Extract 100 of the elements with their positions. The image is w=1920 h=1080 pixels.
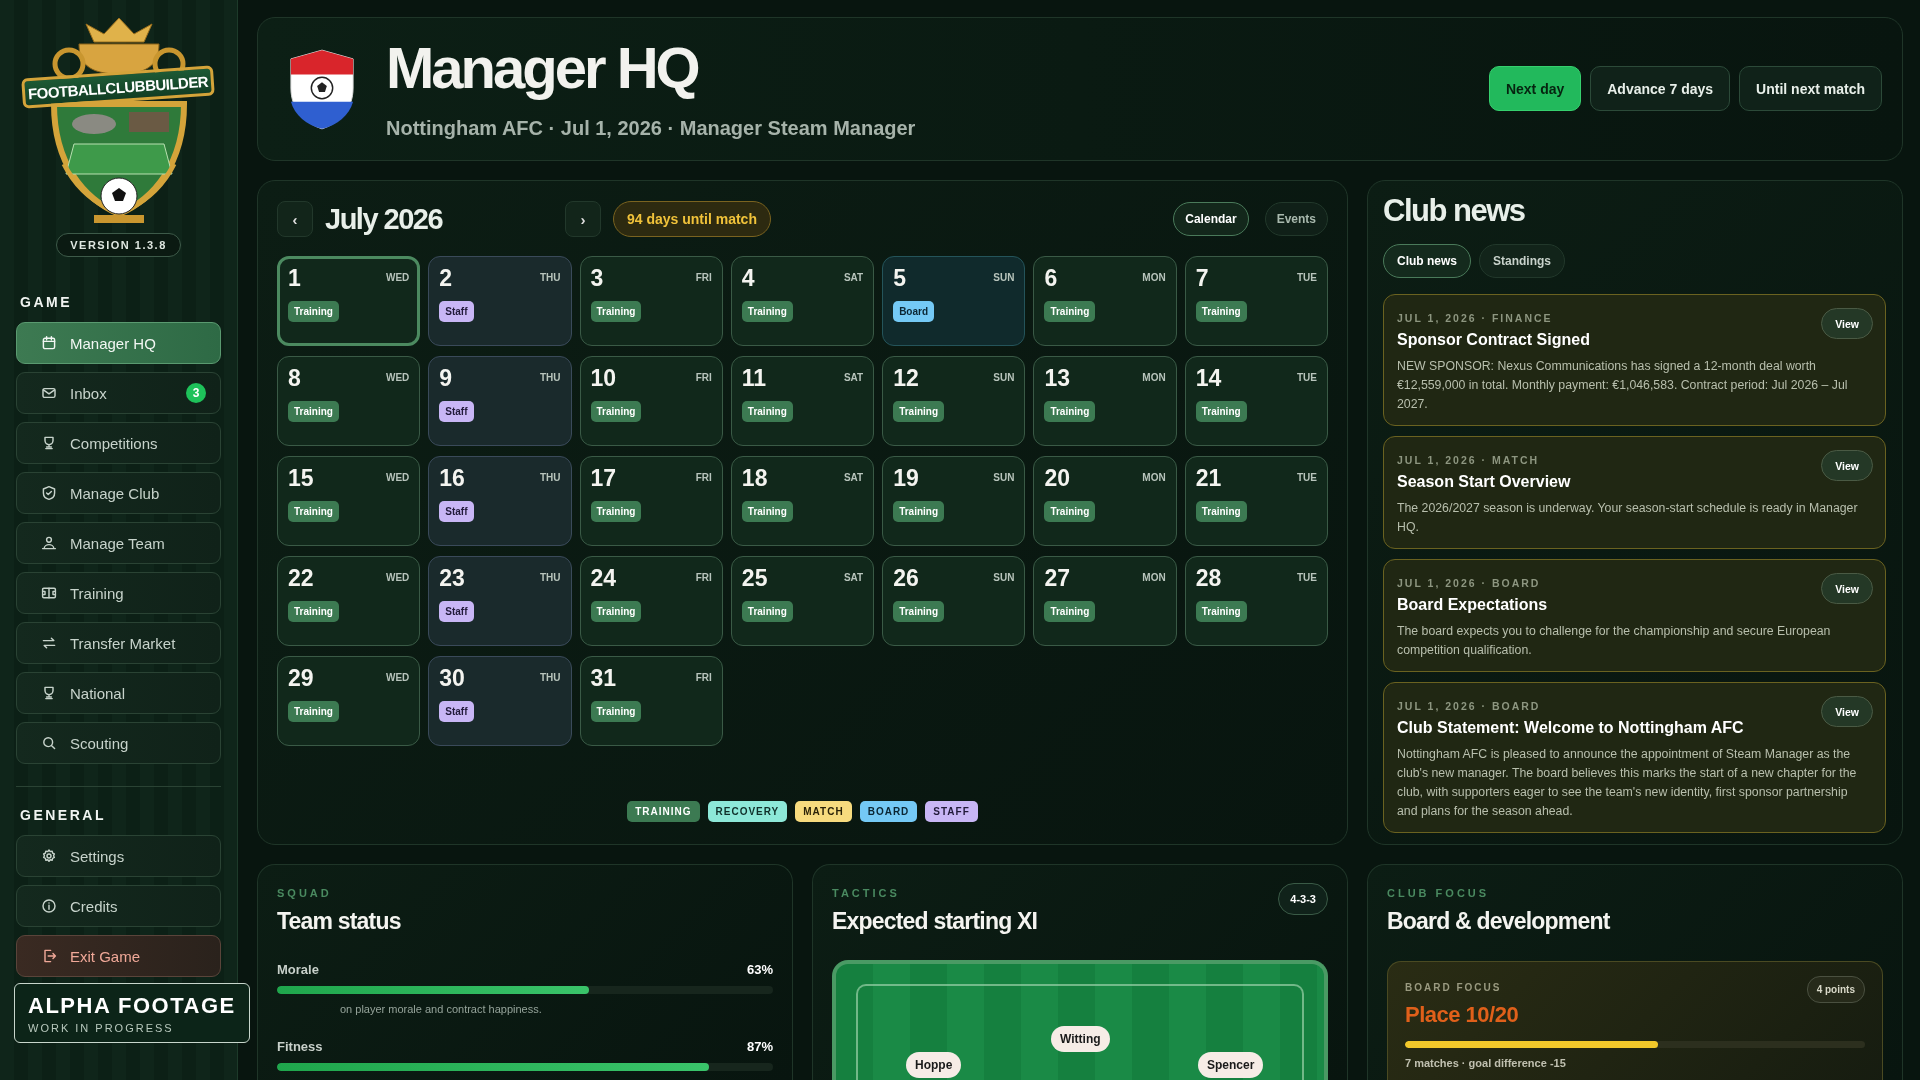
event-tag: Training: [893, 401, 945, 422]
day-cell[interactable]: 4 SAT Training: [730, 256, 875, 346]
event-tag: Training: [288, 701, 339, 722]
nav-item[interactable]: Exit Game: [16, 935, 221, 977]
weekday-label: SUN: [993, 272, 1015, 283]
weekday-label: SAT: [843, 372, 864, 383]
tab[interactable]: Standings: [1479, 244, 1566, 278]
nav-item[interactable]: Credits: [16, 885, 221, 927]
advance-button[interactable]: Advance 7 days: [1590, 66, 1731, 111]
day-number: 31: [590, 665, 617, 692]
day-cell[interactable]: 13 MON Training: [1033, 356, 1177, 446]
view-toggle[interactable]: Events: [1264, 202, 1328, 236]
nav-item[interactable]: Settings: [16, 835, 221, 877]
nav-item[interactable]: Training: [16, 572, 221, 614]
nav-item[interactable]: Manager HQ: [16, 322, 221, 364]
weekday-label: SUN: [993, 572, 1015, 583]
day-cell[interactable]: 22 WED Training: [277, 556, 421, 646]
day-cell[interactable]: 26 SUN Training: [882, 556, 1026, 646]
nav-item[interactable]: Transfer Market: [16, 622, 221, 664]
view-button[interactable]: View: [1821, 450, 1873, 481]
advance-button[interactable]: Until next match: [1739, 66, 1882, 111]
nav-item[interactable]: Manage Club: [16, 472, 221, 514]
day-cell[interactable]: 2 THU Staff: [428, 256, 572, 346]
day-cell[interactable]: 5 SUN Board: [882, 256, 1026, 346]
month-title: July 2026: [325, 202, 444, 236]
next-day-button[interactable]: Next day: [1488, 66, 1582, 111]
weekday-label: SUN: [993, 472, 1015, 483]
swap-icon: [41, 635, 57, 651]
day-cell[interactable]: 27 MON Training: [1033, 556, 1177, 646]
day-cell[interactable]: 23 THU Staff: [428, 556, 572, 646]
day-cell[interactable]: 19 SUN Training: [882, 456, 1026, 546]
day-number: 1: [288, 265, 301, 292]
day-cell[interactable]: 17 FRI Training: [579, 456, 723, 546]
nav-item[interactable]: National: [16, 672, 221, 714]
day-cell[interactable]: 8 WED Training: [277, 356, 421, 446]
event-tag: Staff: [439, 401, 474, 422]
day-number: 27: [1044, 565, 1070, 592]
nav-item[interactable]: Scouting: [16, 722, 221, 764]
formation-badge: 4-3-3: [1278, 883, 1328, 915]
nav-item[interactable]: Manage Team: [16, 522, 221, 564]
news-body: Nottingham AFC is pleased to announce the appointment of Steam Manager as the club's new manager. The board believes this marks the start of a new chapter for the club, with supporters eager to see the team's new identity, first sponsor partnership and plans for the season ahead.: [1397, 746, 1858, 820]
day-number: 17: [590, 465, 617, 492]
overlay-title: ALPHA FOOTAGE: [28, 992, 236, 1020]
event-tag: Training: [288, 501, 339, 522]
tab[interactable]: Club news: [1383, 244, 1471, 278]
legend-tag: TRAINING: [627, 801, 700, 822]
day-number: 9: [439, 365, 453, 392]
day-cell[interactable]: 9 THU Staff: [428, 356, 572, 446]
day-cell[interactable]: 21 TUE Training: [1184, 456, 1328, 546]
trophy-icon: [41, 685, 57, 701]
event-tag: Training: [741, 501, 793, 522]
day-cell[interactable]: 16 THU Staff: [428, 456, 572, 546]
day-number: 26: [893, 565, 919, 592]
news-body: NEW SPONSOR: Nexus Communications has signed a 12-month deal worth €12,559,000 in total. Monthly payment: €1,046,583. Contract period: Jul 2026 – Jul 2027.: [1397, 358, 1849, 413]
day-cell[interactable]: 12 SUN Training: [882, 356, 1026, 446]
overlay-subtitle: WORK IN PROGRESS: [28, 1022, 175, 1034]
day-number: 5: [893, 265, 906, 292]
day-number: 29: [288, 665, 314, 692]
view-button[interactable]: View: [1821, 696, 1873, 727]
view-toggle[interactable]: Calendar: [1173, 202, 1249, 236]
day-cell[interactable]: 29 WED Training: [277, 656, 421, 746]
day-cell[interactable]: 1 WED Training: [277, 256, 421, 346]
day-cell[interactable]: 14 TUE Training: [1184, 356, 1328, 446]
player-chip: Spencer: [1198, 1052, 1264, 1078]
day-number: 6: [1044, 265, 1058, 292]
weekday-label: THU: [540, 372, 561, 383]
day-cell[interactable]: 7 TUE Training: [1184, 256, 1328, 346]
focus-value: Place 10/20: [1405, 1002, 1520, 1028]
weekday-label: SAT: [843, 472, 864, 483]
event-tag: Training: [1195, 401, 1247, 422]
nav-item[interactable]: Inbox 3: [16, 372, 221, 414]
day-number: 19: [893, 465, 919, 492]
day-cell[interactable]: 6 MON Training: [1033, 256, 1177, 346]
day-cell[interactable]: 30 THU Staff: [428, 656, 572, 746]
view-button[interactable]: View: [1821, 573, 1873, 604]
person-icon: [41, 535, 57, 551]
next-month-button[interactable]: ›: [565, 201, 601, 237]
metric-value: 63%: [746, 962, 773, 977]
day-cell[interactable]: 11 SAT Training: [730, 356, 875, 446]
view-button[interactable]: View: [1821, 308, 1873, 339]
weekday-label: MON: [1142, 372, 1166, 383]
day-cell[interactable]: 20 MON Training: [1033, 456, 1177, 546]
weekday-label: THU: [540, 572, 561, 583]
day-cell[interactable]: 31 FRI Training: [579, 656, 723, 746]
weekday-label: TUE: [1297, 372, 1317, 383]
day-cell[interactable]: 24 FRI Training: [579, 556, 723, 646]
event-tag: Staff: [439, 701, 474, 722]
event-tag: Staff: [439, 601, 474, 622]
event-tag: Training: [288, 601, 339, 622]
nav-item[interactable]: Competitions: [16, 422, 221, 464]
previous-month-button[interactable]: ‹: [277, 201, 313, 237]
day-cell[interactable]: 18 SAT Training: [730, 456, 875, 546]
day-cell[interactable]: 3 FRI Training: [579, 256, 723, 346]
day-number: 10: [590, 365, 617, 392]
day-cell[interactable]: 10 FRI Training: [579, 356, 723, 446]
day-cell[interactable]: 15 WED Training: [277, 456, 421, 546]
day-number: 2: [439, 265, 453, 292]
day-cell[interactable]: 28 TUE Training: [1184, 556, 1328, 646]
day-cell[interactable]: 25 SAT Training: [730, 556, 875, 646]
section-heading: GENERAL: [20, 807, 107, 823]
